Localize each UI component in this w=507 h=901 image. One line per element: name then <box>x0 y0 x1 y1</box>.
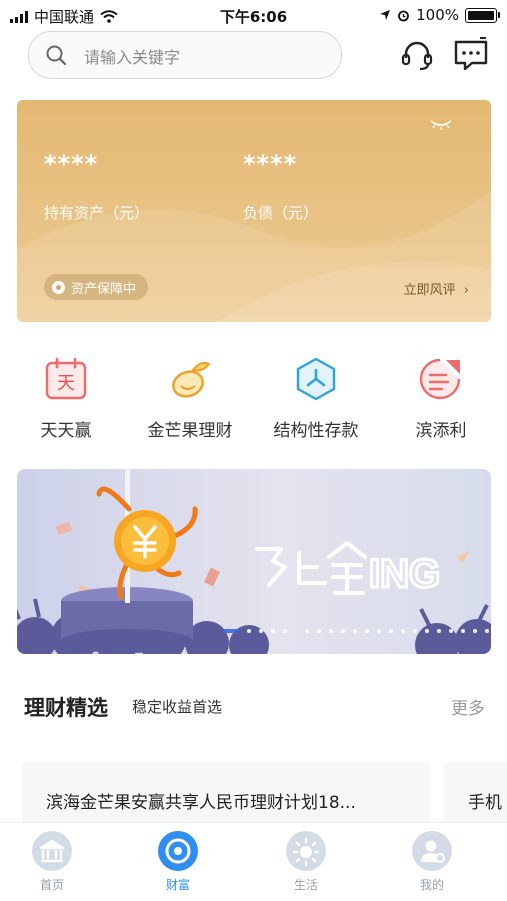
calendar-glyph: 天 <box>57 373 75 394</box>
section-subtitle: 稳定收益首选 <box>132 698 223 716</box>
chevron-right-icon: › <box>463 283 469 298</box>
risk-link-label: 立即风评 <box>403 283 456 298</box>
tab-label: 首页 <box>39 878 64 892</box>
tab-wealth[interactable]: 财富 <box>138 831 218 893</box>
hexagon-structure-icon <box>296 357 336 401</box>
headset-icon[interactable] <box>398 36 436 74</box>
tab-label: 财富 <box>165 878 190 892</box>
product-name: 手机 <box>468 793 502 813</box>
search-icon <box>46 45 67 66</box>
quick-entry-tiantianying[interactable]: 天 天天赢 <box>7 356 125 441</box>
search-input[interactable]: 请输入关键字 <box>28 31 342 79</box>
message-icon[interactable] <box>452 36 490 74</box>
holdings-value: **** <box>44 150 99 178</box>
bank-icon <box>32 831 72 871</box>
holdings-label: 持有资产（元） <box>44 204 150 222</box>
eye-closed-icon[interactable] <box>429 118 453 130</box>
protection-label: 资产保障中 <box>71 281 137 297</box>
tab-mine[interactable]: 我的 <box>392 831 472 893</box>
mango-icon <box>172 361 211 398</box>
protection-badge: 资产保障中 <box>44 274 149 300</box>
alarm-icon <box>398 10 410 21</box>
quick-entry-label: 金芒果理财 <box>147 421 233 441</box>
tab-home[interactable]: 首页 <box>12 831 92 893</box>
wealth-icon <box>158 831 198 871</box>
tab-bar: 首页 财富 生活 我的 <box>0 822 507 901</box>
svg-text:ING: ING <box>369 552 440 596</box>
user-icon <box>412 831 452 871</box>
promo-banner[interactable]: ING <box>17 469 491 654</box>
status-bar: 中国联通 下午6:06 100% <box>0 0 507 30</box>
product-name: 滨海金芒果安赢共享人民币理财计划18... <box>46 793 356 813</box>
liabilities-value: **** <box>243 150 298 178</box>
quick-entry-label: 滨添利 <box>415 421 467 441</box>
document-list-icon <box>419 358 461 400</box>
more-link[interactable]: 更多 <box>451 694 485 719</box>
asset-card[interactable]: **** 持有资产（元） **** 负债（元） 资产保障中 立即风评 › <box>17 100 491 322</box>
shield-dot-icon <box>52 280 65 294</box>
liabilities-label: 负债（元） <box>243 204 319 222</box>
location-arrow-icon <box>380 10 391 20</box>
quick-entry-bintianli[interactable]: 滨添利 <box>382 356 500 441</box>
tab-label: 我的 <box>419 878 444 892</box>
tab-life[interactable]: 生活 <box>266 831 346 893</box>
quick-entry-label: 结构性存款 <box>273 421 359 441</box>
risk-assessment-link[interactable]: 立即风评 › <box>404 279 469 298</box>
calendar-tian-icon: 天 <box>45 357 87 400</box>
quick-entry-structured-deposit[interactable]: 结构性存款 <box>257 356 375 441</box>
battery-icon <box>465 7 500 23</box>
sun-icon <box>286 831 326 871</box>
search-placeholder: 请输入关键字 <box>84 48 181 67</box>
section-title: 理财精选 <box>24 696 108 720</box>
quick-entry-mango[interactable]: 金芒果理财 <box>131 356 249 441</box>
battery-percent: 100% <box>416 6 459 24</box>
tab-label: 生活 <box>293 878 318 892</box>
banner-illustration: ING <box>17 469 491 654</box>
quick-entry-label: 天天赢 <box>40 421 92 441</box>
